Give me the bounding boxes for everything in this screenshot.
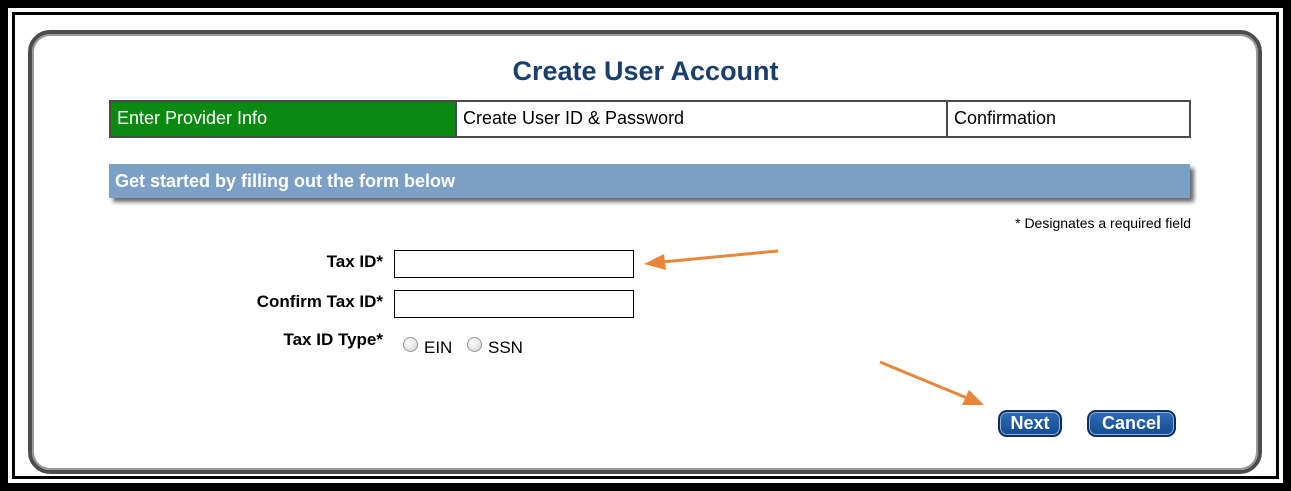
arrow-to-tax-id-icon <box>644 249 779 270</box>
annotation-arrows <box>644 249 984 405</box>
arrow-to-next-button-icon <box>879 360 984 405</box>
